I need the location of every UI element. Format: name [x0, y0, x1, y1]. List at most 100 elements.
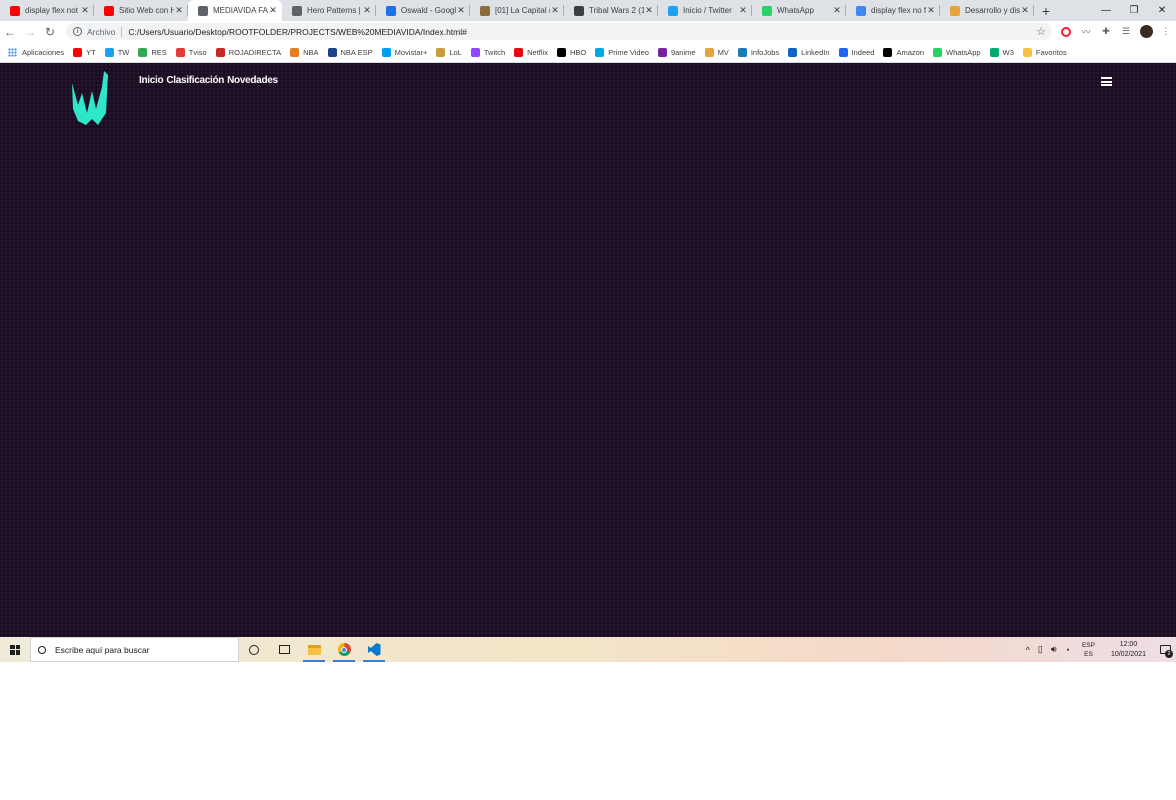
- res-icon: [138, 47, 148, 57]
- globe-icon: [292, 5, 302, 16]
- browser-tab-8[interactable]: Inicio / Twitter ✕: [658, 0, 752, 21]
- nav-link-novedades[interactable]: Novedades: [227, 75, 278, 86]
- bookmark-aplicaciones[interactable]: Aplicaciones: [8, 47, 64, 57]
- vscode-icon[interactable]: [359, 637, 389, 662]
- browser-tab-6[interactable]: [01] La Capital (4 ✕: [470, 0, 564, 21]
- twitter-icon: [668, 5, 678, 16]
- address-url[interactable]: C:/Users/Usuario/Desktop/ROOTFOLDER/PROJ…: [128, 27, 467, 37]
- lol-icon: [436, 47, 446, 57]
- restore-icon[interactable]: ❐: [1120, 0, 1148, 21]
- apps-grid-icon: [8, 47, 17, 57]
- forward-arrow-icon[interactable]: →: [20, 21, 40, 42]
- bookmark-movistar-[interactable]: Movistar+: [381, 47, 427, 57]
- info-icon[interactable]: i: [73, 27, 82, 36]
- chevron-up-icon[interactable]: ^: [1022, 645, 1034, 655]
- reload-icon[interactable]: ↻: [40, 21, 60, 42]
- file-explorer-icon[interactable]: [299, 637, 329, 662]
- chrome-icon[interactable]: [329, 637, 359, 662]
- browser-tab-2[interactable]: Sitio Web con HT ✕: [94, 0, 188, 21]
- netflix-icon: [514, 47, 524, 57]
- mediavida-logo-icon[interactable]: [70, 69, 110, 125]
- hamburger-menu-icon[interactable]: [1101, 77, 1112, 86]
- bookmark-star-icon[interactable]: ☆: [1036, 25, 1046, 38]
- minimize-icon[interactable]: —: [1092, 0, 1120, 21]
- browser-tab-9[interactable]: WhatsApp ✕: [752, 0, 846, 21]
- reading-list-icon[interactable]: ☰: [1116, 21, 1136, 42]
- bookmark-9anime[interactable]: 9anime: [657, 47, 696, 57]
- browser-tab-4[interactable]: Hero Patterns | F ✕: [282, 0, 376, 21]
- tab-close-icon[interactable]: ✕: [362, 5, 372, 16]
- close-window-icon[interactable]: ✕: [1148, 0, 1176, 21]
- browser-tab-5[interactable]: Oswald - Google ✕: [376, 0, 470, 21]
- bookmark-indeed[interactable]: Indeed: [838, 47, 875, 57]
- bookmark-hbo[interactable]: HBO: [556, 47, 586, 57]
- bookmark-infojobs[interactable]: InfoJobs: [737, 47, 779, 57]
- browser-tab-7[interactable]: Tribal Wars 2 (1. ✕: [564, 0, 658, 21]
- bookmark-res[interactable]: RES: [138, 47, 167, 57]
- clock-date: 10/02/2021: [1110, 650, 1146, 658]
- bookmark-tviso[interactable]: Tviso: [175, 47, 207, 57]
- bookmark-nba[interactable]: NBA: [290, 47, 319, 57]
- tab-close-icon[interactable]: ✕: [832, 5, 842, 16]
- notification-center-icon[interactable]: 2: [1154, 637, 1176, 662]
- address-bar[interactable]: i Archivo C:/Users/Usuario/Desktop/ROOTF…: [66, 23, 1052, 40]
- bookmark-yt[interactable]: YT: [73, 47, 96, 57]
- bookmark-whatsapp[interactable]: WhatsApp: [933, 47, 981, 57]
- bookmark-netflix[interactable]: Netflix: [514, 47, 548, 57]
- bookmark-label: Netflix: [527, 47, 548, 57]
- tab-close-icon[interactable]: ✕: [738, 5, 748, 16]
- tab-close-icon[interactable]: ✕: [174, 5, 184, 16]
- bookmark-amazon[interactable]: Amazon: [883, 47, 924, 57]
- bookmark-mv[interactable]: MV: [704, 47, 729, 57]
- bookmark-label: Amazon: [896, 47, 924, 57]
- cortana-icon[interactable]: [239, 637, 269, 662]
- tab-close-icon[interactable]: ✕: [550, 5, 560, 16]
- nav-link-inicio[interactable]: Inicio: [139, 75, 164, 86]
- youtube-icon: [73, 47, 83, 57]
- taskbar-search-placeholder: Escribe aquí para buscar: [55, 644, 150, 655]
- bookmark-label: Indeed: [851, 47, 875, 57]
- bookmark-rojadirecta[interactable]: ROJADIRECTA: [215, 47, 281, 57]
- google-icon: [856, 5, 866, 16]
- bookmark-lol[interactable]: LoL: [436, 47, 462, 57]
- language-indicator[interactable]: ESP ES: [1074, 641, 1103, 659]
- opera-vpn-icon[interactable]: [1056, 21, 1076, 42]
- bookmark-tw[interactable]: TW: [104, 47, 129, 57]
- profile-avatar[interactable]: [1136, 21, 1156, 42]
- back-arrow-icon[interactable]: ←: [0, 21, 20, 42]
- clock[interactable]: 12:00 10/02/2021: [1103, 640, 1154, 660]
- network-icon[interactable]: ◔: [1061, 645, 1074, 655]
- taskbar-search-input[interactable]: Escribe aquí para buscar: [30, 637, 239, 662]
- browser-tab-1[interactable]: display flex not w ✕: [0, 0, 94, 21]
- windows-start-icon[interactable]: [0, 637, 30, 662]
- volume-icon[interactable]: 🔊︎: [1047, 644, 1061, 655]
- tab-close-icon[interactable]: ✕: [1020, 5, 1030, 16]
- bookmark-w3[interactable]: W3: [989, 47, 1014, 57]
- extensions-puzzle-icon[interactable]: ✚: [1096, 21, 1116, 42]
- bookmark-prime-video[interactable]: Prime Video: [595, 47, 649, 57]
- browser-tab-10[interactable]: display flex no fu ✕: [846, 0, 940, 21]
- nav-link-clasificacion[interactable]: Clasificación: [166, 75, 224, 86]
- tab-close-icon[interactable]: ✕: [268, 5, 278, 16]
- more-menu-icon[interactable]: ⋮: [1156, 21, 1176, 42]
- extension-wave-icon[interactable]: 〰: [1076, 21, 1096, 42]
- browser-tab-3[interactable]: MEDIAVIDA FAN ✕: [188, 0, 282, 21]
- tab-close-icon[interactable]: ✕: [926, 5, 936, 16]
- tab-close-icon[interactable]: ✕: [80, 5, 90, 16]
- bookmark-label: Favoritos: [1035, 47, 1067, 57]
- globe-icon: [950, 5, 960, 16]
- bookmark-linkedin[interactable]: LinkedIn: [788, 47, 830, 57]
- amazon-icon: [883, 47, 893, 57]
- bookmark-twitch[interactable]: Twitch: [470, 47, 505, 57]
- browser-tab-11[interactable]: Desarrollo y dise ✕: [940, 0, 1034, 21]
- bookmark-nba-esp[interactable]: NBA ESP: [327, 47, 373, 57]
- battery-icon[interactable]: ▯: [1034, 644, 1047, 655]
- youtube-icon: [10, 5, 20, 16]
- language-code: ESP: [1081, 641, 1095, 649]
- new-tab-icon[interactable]: +: [1034, 0, 1058, 21]
- bookmark-label: Prime Video: [608, 47, 649, 57]
- tab-close-icon[interactable]: ✕: [456, 5, 466, 16]
- task-view-icon[interactable]: [269, 637, 299, 662]
- bookmark-favoritos[interactable]: Favoritos: [1022, 47, 1067, 57]
- tab-close-icon[interactable]: ✕: [644, 5, 654, 16]
